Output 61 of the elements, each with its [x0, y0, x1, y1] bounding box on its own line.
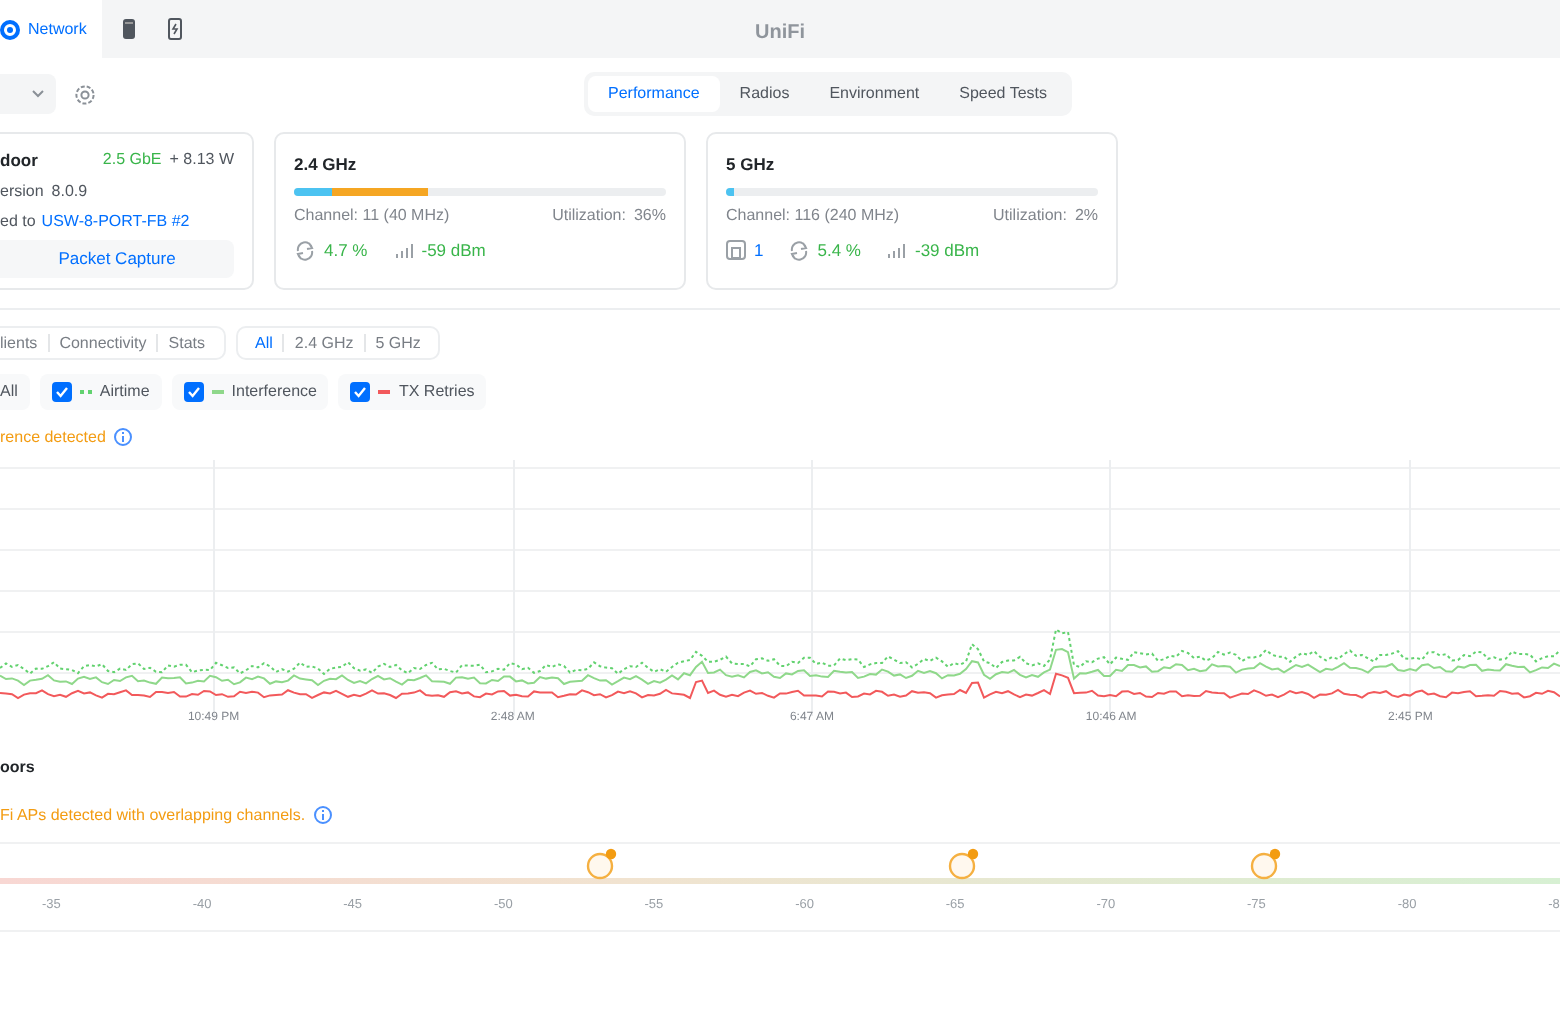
- version-label: ersion: [0, 179, 44, 204]
- radio-title: 2.4 GHz: [294, 152, 359, 178]
- clients-icon: [726, 240, 746, 261]
- signal-icon: [888, 242, 907, 259]
- utilization-label: Utilization:: [993, 203, 1067, 228]
- packet-capture-button[interactable]: Packet Capture: [0, 239, 234, 277]
- device-name: door: [0, 148, 38, 174]
- signal-value: -59 dBm: [421, 237, 486, 263]
- series-toggle[interactable]: Interference: [171, 373, 329, 409]
- retries-icon: [787, 239, 810, 262]
- network-icon: [0, 19, 20, 39]
- series-toggle[interactable]: Airtime: [39, 373, 162, 409]
- client-count: 1: [754, 237, 764, 263]
- retries-value: 5.4 %: [817, 237, 861, 263]
- link-speed: 2.5 GbE: [102, 148, 162, 173]
- access-point-marker[interactable]: [586, 847, 619, 881]
- checkbox[interactable]: [183, 381, 204, 401]
- utilization-value: 36%: [633, 203, 666, 228]
- retries-icon: [294, 239, 316, 262]
- band-tab[interactable]: 2.4 GHz: [282, 333, 364, 351]
- category-tab[interactable]: Stats: [156, 333, 215, 351]
- settings-icon[interactable]: [74, 83, 96, 105]
- band-tab[interactable]: All: [245, 333, 283, 351]
- check-icon: [352, 383, 369, 399]
- info-icon: [313, 806, 332, 824]
- band-tab[interactable]: 5 GHz: [363, 333, 431, 351]
- view-tab[interactable]: Performance: [588, 76, 720, 112]
- series-toggle[interactable]: TX Retries: [338, 373, 487, 409]
- version-value: 8.0.9: [51, 179, 88, 204]
- series-toggle[interactable]: All: [0, 373, 30, 409]
- view-tab[interactable]: Radios: [719, 76, 810, 112]
- section-title: oors: [0, 755, 37, 779]
- checkbox[interactable]: [350, 381, 371, 401]
- signal-icon: [395, 242, 414, 259]
- app-title: UniFi: [755, 22, 805, 44]
- checkbox[interactable]: [51, 381, 72, 401]
- utilization-label: Utilization:: [552, 203, 626, 228]
- check-icon: [53, 383, 70, 399]
- interference-note: rence detected: [0, 425, 106, 449]
- category-tab[interactable]: Connectivity: [47, 333, 157, 351]
- channel-info: Channel: 116 (240 MHz): [726, 203, 900, 228]
- caret-icon: [32, 90, 44, 98]
- channel-info: Channel: 11 (40 MHz): [294, 203, 450, 228]
- network-tab[interactable]: Network: [0, 0, 103, 58]
- view-tab[interactable]: Speed Tests: [939, 76, 1068, 112]
- utilization-value: 2%: [1074, 203, 1098, 228]
- access-point-marker[interactable]: [948, 847, 981, 881]
- phone-icon: [168, 18, 183, 40]
- view-tab[interactable]: Environment: [809, 76, 940, 112]
- check-icon: [185, 383, 202, 399]
- device-icon: [122, 18, 137, 40]
- uplink-link[interactable]: USW-8-PORT-FB #2: [41, 209, 190, 234]
- retries-value: 4.7 %: [324, 237, 368, 263]
- signal-value: -39 dBm: [914, 237, 980, 263]
- category-tab[interactable]: lients: [0, 333, 48, 351]
- radio-title: 5 GHz: [726, 152, 777, 178]
- info-icon: [113, 428, 132, 446]
- power-draw: + 8.13 W: [169, 148, 234, 173]
- uplink-label: ed to: [0, 209, 36, 234]
- access-point-marker[interactable]: [1249, 847, 1282, 881]
- overlap-note: Fi APs detected with overlapping channels.: [0, 803, 306, 827]
